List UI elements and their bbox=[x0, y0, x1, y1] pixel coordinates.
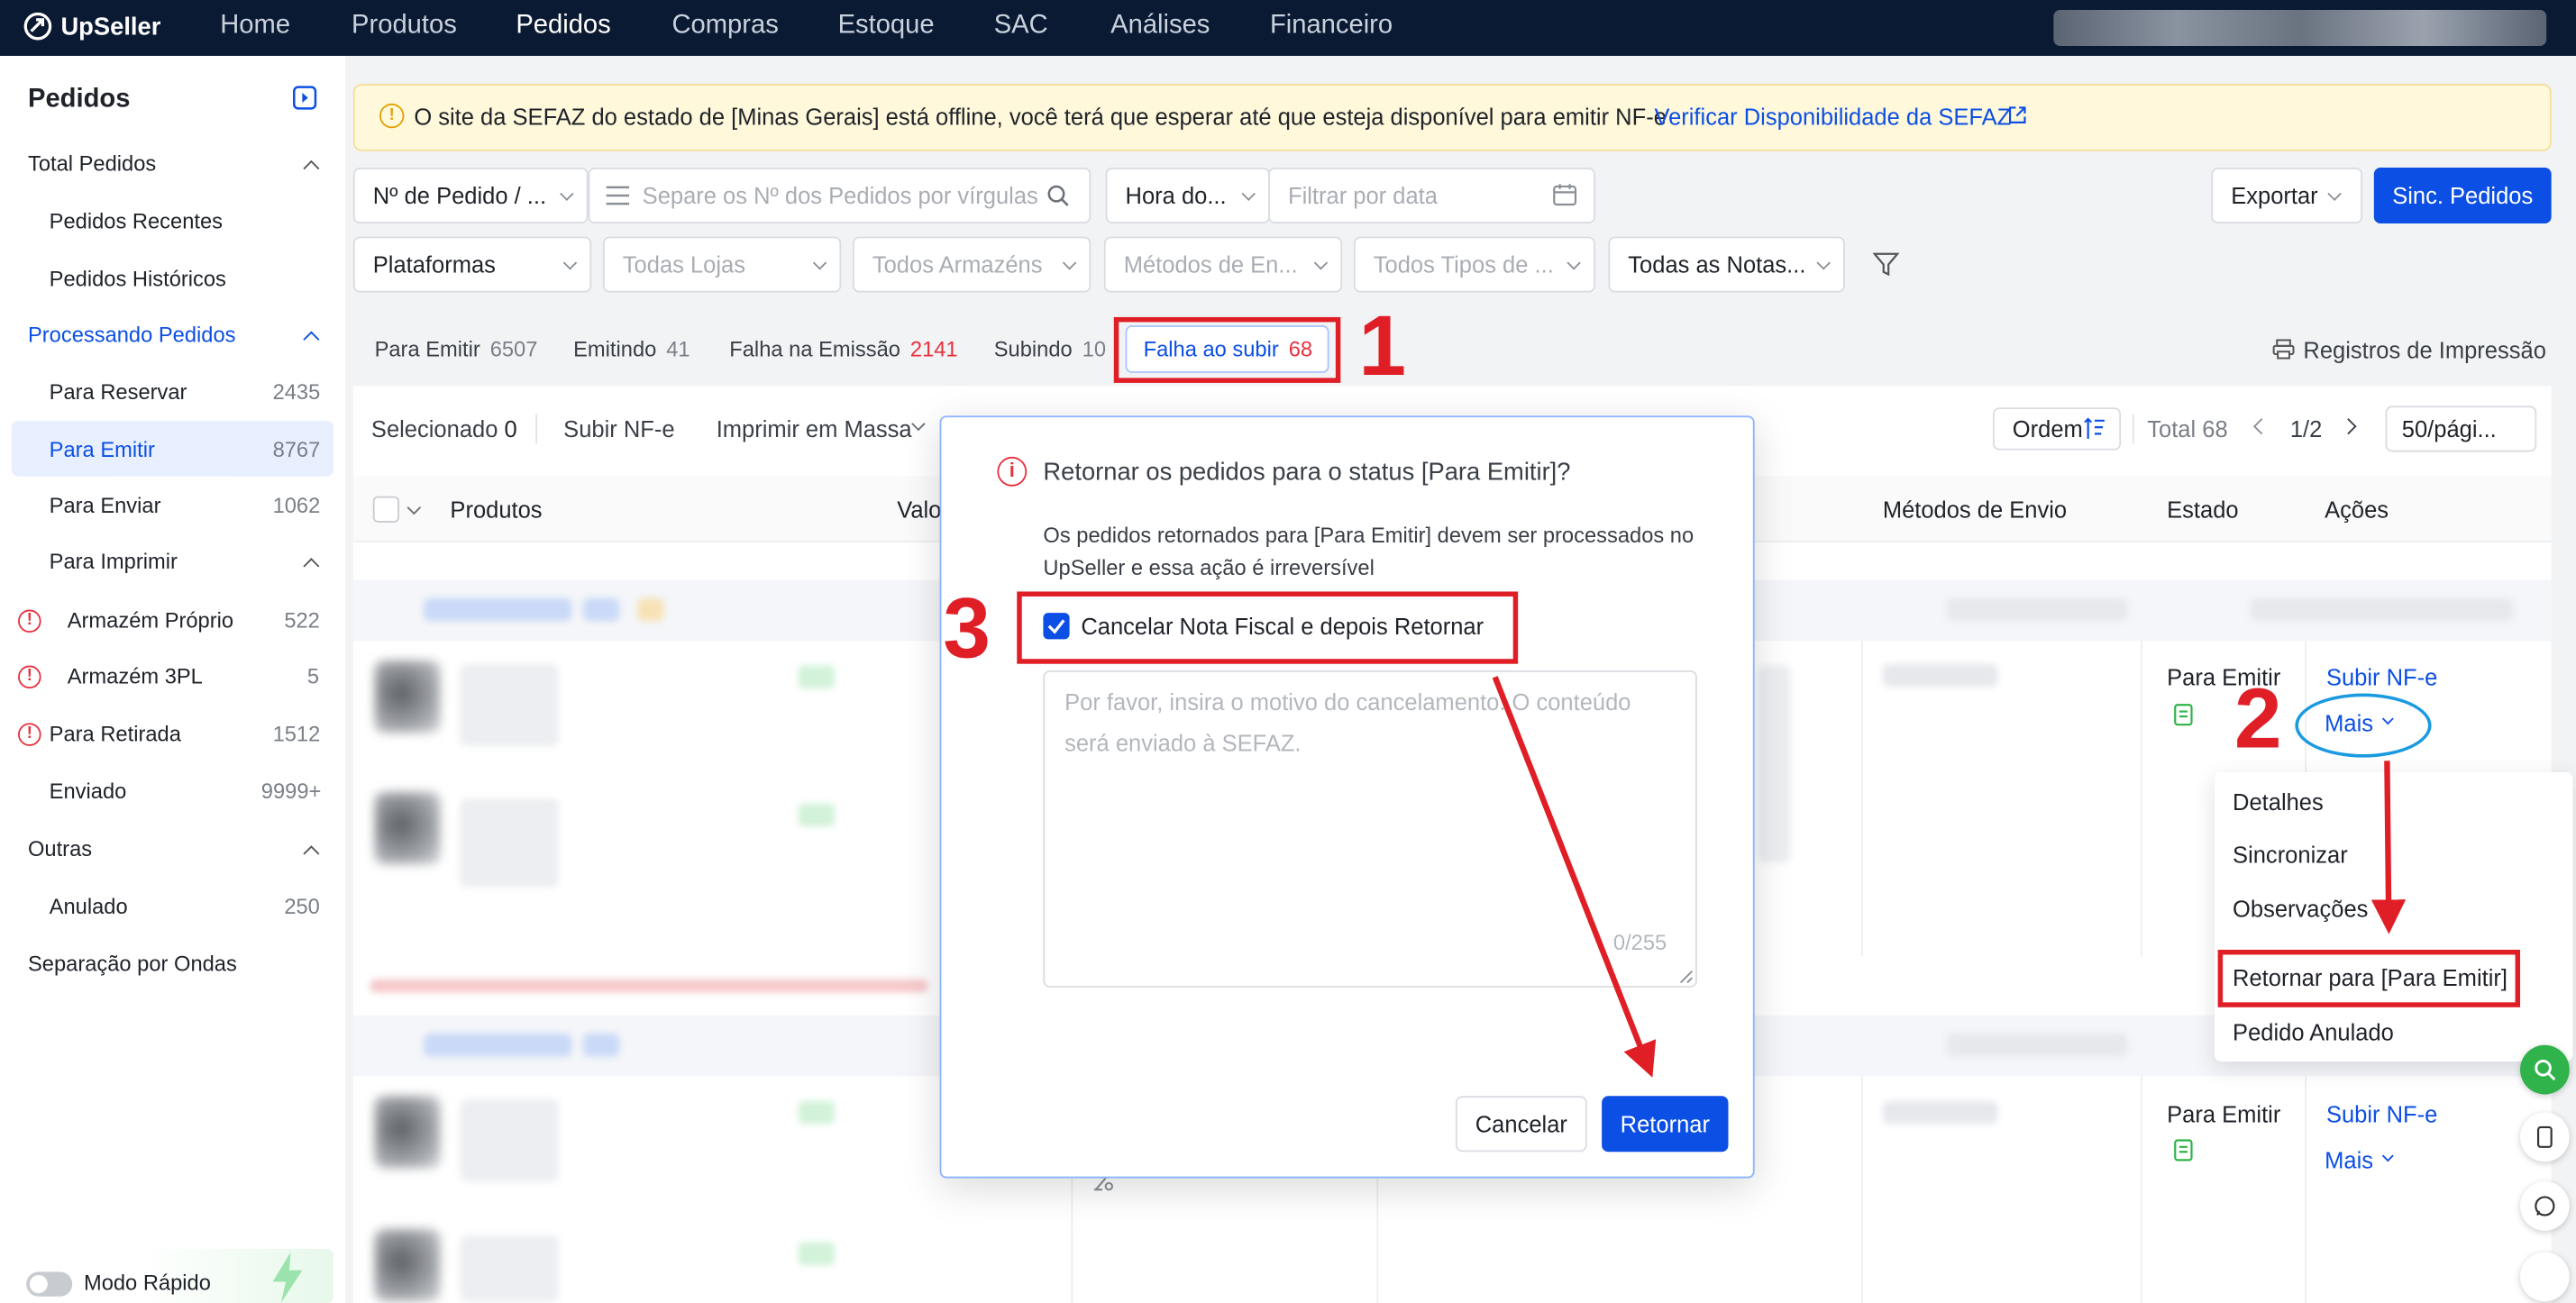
arrow-to-retornar-button bbox=[1492, 676, 1657, 1078]
annotation-arrows bbox=[1492, 676, 2407, 1078]
arrow-to-menu-item bbox=[2370, 761, 2407, 934]
